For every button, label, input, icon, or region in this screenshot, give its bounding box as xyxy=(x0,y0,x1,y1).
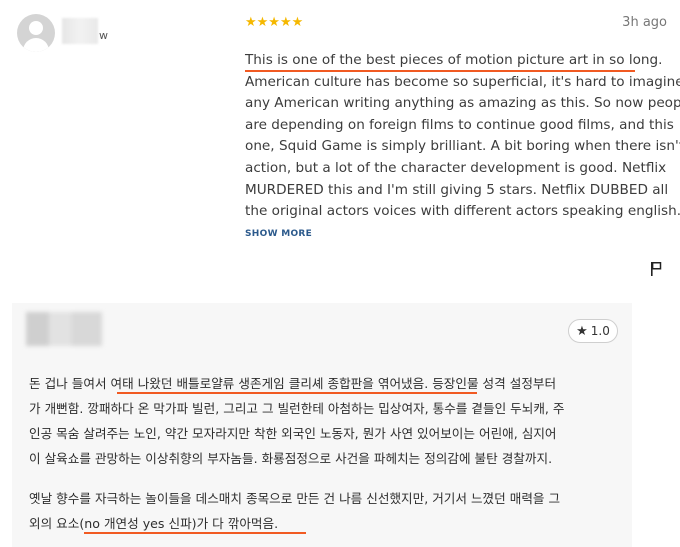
star-rating: ★★★★★ xyxy=(245,15,304,30)
username-blurred[interactable] xyxy=(62,18,98,44)
rating-value: 1.0 xyxy=(590,324,610,338)
highlight-underline xyxy=(245,70,635,72)
review-line: 이 살육쇼를 관망하는 이상취향의 부자놈들. 화룡점정으로 사건을 파헤치는 … xyxy=(29,451,553,466)
review-line: MURDERED this and I'm still giving 5 sta… xyxy=(245,181,669,198)
username-blurred[interactable] xyxy=(26,312,102,346)
review-line: 인공 목숨 살려주는 노인, 약간 모자라지만 착한 외국인 노동자, 뭔가 사… xyxy=(29,426,557,441)
review-timestamp: 3h ago xyxy=(622,15,667,30)
avatar[interactable] xyxy=(17,14,55,52)
review-line: are depending on foreign films to contin… xyxy=(245,116,674,133)
review-line: 돈 겁나 들여서 여태 나왔던 배틀로얄류 생존게임 클리셰 종합판을 엮어냈음… xyxy=(29,376,557,391)
review-line: 옛날 향수를 자극하는 놀이들을 데스매치 종목으로 만든 건 나름 신선했지만… xyxy=(29,491,561,506)
rating-badge: ★ 1.0 xyxy=(568,319,618,343)
highlight-underline xyxy=(84,532,306,534)
review-line: American culture has become so superfici… xyxy=(245,73,680,90)
review-line: one, Squid Game is simply brilliant. A b… xyxy=(245,138,680,155)
review-line: This is one of the best pieces of motion… xyxy=(245,52,663,68)
username-suffix[interactable]: w xyxy=(99,29,108,42)
review-card-1: w ★★★★★ 3h ago This is one of the best p… xyxy=(0,0,680,290)
review-line: action, but a lot of the character devel… xyxy=(245,159,667,176)
show-more-link[interactable]: SHOW MORE xyxy=(245,229,312,239)
review-body: This is one of the best pieces of motion… xyxy=(245,50,680,223)
review-card-2: ★ 1.0 돈 겁나 들여서 여태 나왔던 배틀로얄류 생존게임 클리셰 종합판… xyxy=(12,303,632,547)
highlight-underline xyxy=(117,392,477,394)
review-line: any American writing anything as amazing… xyxy=(245,95,680,112)
flag-icon[interactable] xyxy=(650,262,662,276)
review-line: 가 개뻔함. 깡패하다 온 막가파 빌런, 그리고 그 빌런한테 아첨하는 밉상… xyxy=(29,401,565,416)
review-line: 외의 요소(no 개연성 yes 신파)가 다 깎아먹음. xyxy=(29,516,279,531)
star-icon: ★ xyxy=(576,323,588,339)
review-line: the original actors voices with differen… xyxy=(245,203,680,220)
